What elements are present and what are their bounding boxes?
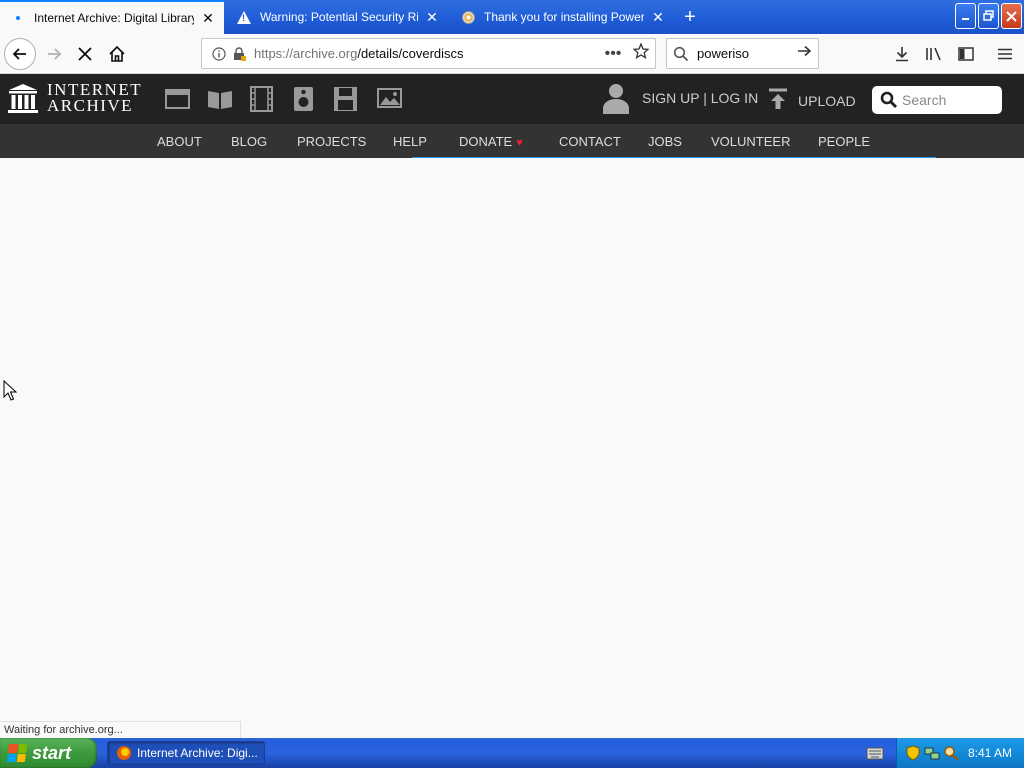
stop-x-icon [78, 47, 92, 61]
forward-arrow-icon [48, 48, 62, 60]
clock[interactable]: 8:41 AM [968, 746, 1012, 760]
audio-icon[interactable] [291, 86, 317, 112]
address-bar[interactable]: https://archive.org/details/coverdiscs •… [201, 38, 656, 69]
window-controls [955, 3, 1022, 29]
close-window-button[interactable] [1001, 3, 1022, 29]
url-host: https://archive.org [254, 46, 358, 61]
taskbar-window-label: Internet Archive: Digi... [137, 746, 258, 760]
logo-text: INTERNET ARCHIVE [47, 81, 142, 115]
nav-donate-label: DONATE [459, 134, 513, 149]
restore-button[interactable] [978, 3, 999, 29]
nav-about[interactable]: ABOUT [157, 134, 202, 149]
url-path: /details/coverdiscs [357, 46, 464, 61]
info-icon[interactable] [210, 45, 228, 63]
texts-icon[interactable] [207, 86, 233, 112]
home-button[interactable] [101, 38, 133, 70]
ia-header: INTERNET ARCHIVE SIGN UP | LOG IN UPLOAD [0, 74, 1024, 124]
tab-title: Internet Archive: Digital Library of [34, 11, 194, 25]
taskbar-window-item[interactable]: Internet Archive: Digi... [107, 741, 265, 765]
back-arrow-icon [12, 48, 26, 60]
nav-volunteer[interactable]: VOLUNTEER [711, 134, 790, 149]
web-icon[interactable] [165, 86, 191, 112]
page-content [0, 158, 1024, 738]
ia-search-box[interactable] [872, 86, 1002, 114]
network-icon[interactable] [924, 745, 940, 761]
hamburger-menu-icon[interactable] [993, 42, 1017, 66]
tab-title: Warning: Potential Security Risk A [260, 10, 418, 24]
sidebar-toggle-icon[interactable] [954, 42, 978, 66]
search-icon [673, 46, 689, 61]
upload-label: UPLOAD [798, 92, 856, 109]
minimize-icon [961, 18, 969, 20]
close-icon [1006, 10, 1017, 22]
downloads-icon[interactable] [890, 42, 914, 66]
nav-blog[interactable]: BLOG [231, 134, 267, 149]
library-icon[interactable] [922, 42, 946, 66]
firefox-icon [116, 745, 132, 761]
navigation-toolbar: https://archive.org/details/coverdiscs •… [0, 34, 1024, 74]
url-text[interactable]: https://archive.org/details/coverdiscs [254, 46, 599, 61]
logo-line-2: ARCHIVE [47, 96, 134, 115]
ia-search-input[interactable] [902, 92, 1002, 108]
taskbar: start Internet Archive: Digi... 8:41 AM [0, 738, 1024, 768]
nav-help[interactable]: HELP [393, 134, 427, 149]
software-icon[interactable] [333, 86, 359, 112]
start-button[interactable]: start [0, 738, 97, 768]
archive-temple-icon [8, 82, 38, 114]
loading-dot-icon [10, 10, 26, 26]
ia-logo[interactable]: INTERNET ARCHIVE [8, 81, 142, 115]
close-tab-icon[interactable]: ✕ [200, 10, 216, 26]
video-icon[interactable] [249, 86, 275, 112]
tab-strip: Internet Archive: Digital Library of ✕ W… [0, 0, 1024, 34]
user-icon [602, 82, 630, 114]
nav-donate[interactable]: DONATE ♥ [459, 134, 523, 149]
mouse-cursor-icon [3, 379, 18, 405]
stop-button[interactable] [69, 38, 101, 70]
lock-warning-icon[interactable] [230, 45, 248, 63]
nav-jobs[interactable]: JOBS [648, 134, 682, 149]
magnifier-icon[interactable] [943, 745, 959, 761]
tab-title: Thank you for installing PowerISO! [484, 10, 644, 24]
tab-poweriso[interactable]: Thank you for installing PowerISO! ✕ [450, 0, 674, 34]
system-tray: 8:41 AM [896, 738, 1024, 768]
warning-icon [236, 9, 252, 25]
upload-icon [768, 88, 788, 113]
minimize-button[interactable] [955, 3, 976, 29]
close-tab-icon[interactable]: ✕ [424, 9, 440, 25]
signup-login-link[interactable]: SIGN UP | LOG IN [642, 90, 758, 106]
search-go-arrow-icon[interactable] [796, 43, 812, 64]
ia-nav-bar: ABOUT BLOG PROJECTS HELP DONATE ♥ CONTACT… [0, 124, 1024, 158]
nav-contact[interactable]: CONTACT [559, 134, 621, 149]
page-actions-icon[interactable]: ••• [599, 45, 627, 63]
home-icon [109, 45, 125, 62]
search-bar[interactable] [666, 38, 819, 69]
start-label: start [32, 742, 72, 763]
status-bar: Waiting for archive.org... [0, 721, 241, 738]
close-tab-icon[interactable]: ✕ [650, 9, 666, 25]
upload-link[interactable]: UPLOAD [768, 88, 856, 113]
restore-icon [982, 10, 994, 21]
security-shield-icon[interactable] [905, 745, 921, 761]
disc-icon [460, 9, 476, 25]
bookmark-star-icon[interactable] [627, 42, 655, 64]
search-icon [880, 91, 898, 109]
back-button[interactable] [4, 38, 36, 70]
windows-flag-icon [6, 744, 28, 762]
tab-security-warning[interactable]: Warning: Potential Security Risk A ✕ [226, 0, 448, 34]
search-input[interactable] [697, 46, 792, 61]
nav-projects[interactable]: PROJECTS [297, 134, 366, 149]
forward-button[interactable] [38, 38, 70, 70]
heart-icon: ♥ [516, 137, 523, 149]
tab-internet-archive[interactable]: Internet Archive: Digital Library of ✕ [0, 0, 224, 34]
images-icon[interactable] [375, 86, 402, 112]
new-tab-button[interactable]: + [678, 5, 702, 29]
keyboard-icon[interactable] [866, 746, 884, 760]
user-account[interactable]: SIGN UP | LOG IN [602, 82, 758, 114]
nav-people[interactable]: PEOPLE [818, 134, 870, 149]
